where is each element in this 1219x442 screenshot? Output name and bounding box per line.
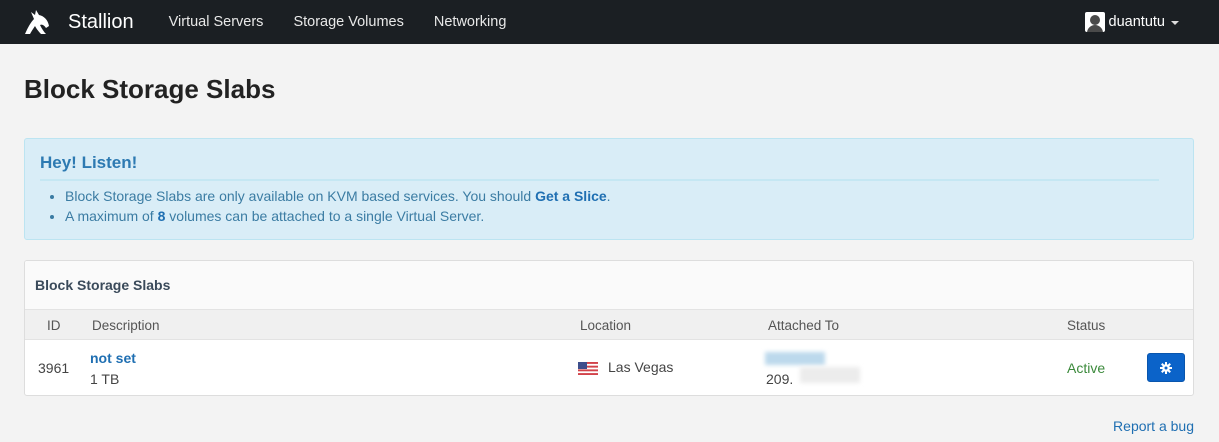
nav-networking[interactable]: Networking — [419, 14, 522, 30]
alert-divider — [40, 179, 1159, 181]
brand-name: Stallion — [68, 10, 134, 33]
main-nav: Virtual Servers Storage Volumes Networki… — [154, 14, 522, 30]
volume-description-link[interactable]: not set — [90, 350, 136, 366]
cell-id: 3961 — [38, 360, 70, 376]
alert-item-kvm: Block Storage Slabs are only available o… — [65, 187, 611, 207]
redacted-hostname — [765, 352, 825, 365]
panel-heading: Block Storage Slabs — [25, 261, 1193, 310]
report-bug-link[interactable]: Report a bug — [1113, 418, 1194, 434]
volume-settings-button[interactable] — [1147, 353, 1185, 382]
avatar — [1084, 12, 1105, 32]
get-a-slice-link[interactable]: Get a Slice — [535, 188, 607, 204]
navbar: Stallion Virtual Servers Storage Volumes… — [0, 0, 1219, 44]
user-name: duantutu — [1108, 14, 1165, 30]
column-location: Location — [580, 318, 632, 333]
caret-down-icon — [1171, 21, 1179, 25]
table-row: 3961 not set 1 TB Las Vegas 209. Active — [25, 340, 1193, 395]
nav-virtual-servers[interactable]: Virtual Servers — [154, 14, 279, 30]
table-header: ID Description Location Attached To Stat… — [25, 310, 1193, 340]
cell-attached-to[interactable]: 209. — [766, 371, 793, 387]
column-id: ID — [47, 318, 61, 333]
alert-item-max-volumes: A maximum of 8 volumes can be attached t… — [65, 207, 611, 227]
column-description: Description — [92, 318, 160, 333]
page-title: Block Storage Slabs — [24, 74, 276, 104]
status-badge: Active — [1067, 360, 1106, 376]
gear-icon — [1160, 361, 1172, 374]
user-menu[interactable]: duantutu — [1084, 12, 1179, 32]
cell-size: 1 TB — [90, 371, 120, 387]
column-attached-to: Attached To — [768, 318, 840, 333]
brand-home-link[interactable]: Stallion — [22, 7, 134, 37]
alert-title: Hey! Listen! — [40, 153, 138, 172]
us-flag-icon — [578, 362, 598, 375]
cell-location: Las Vegas — [608, 359, 674, 375]
horse-head-icon — [25, 10, 49, 34]
storage-panel: Block Storage Slabs ID Description Locat… — [24, 260, 1194, 396]
alert-list: Block Storage Slabs are only available o… — [65, 187, 611, 226]
info-alert: Hey! Listen! Block Storage Slabs are onl… — [24, 138, 1194, 240]
nav-storage-volumes[interactable]: Storage Volumes — [278, 14, 418, 30]
redacted-ip — [800, 367, 860, 383]
column-status: Status — [1067, 318, 1106, 333]
